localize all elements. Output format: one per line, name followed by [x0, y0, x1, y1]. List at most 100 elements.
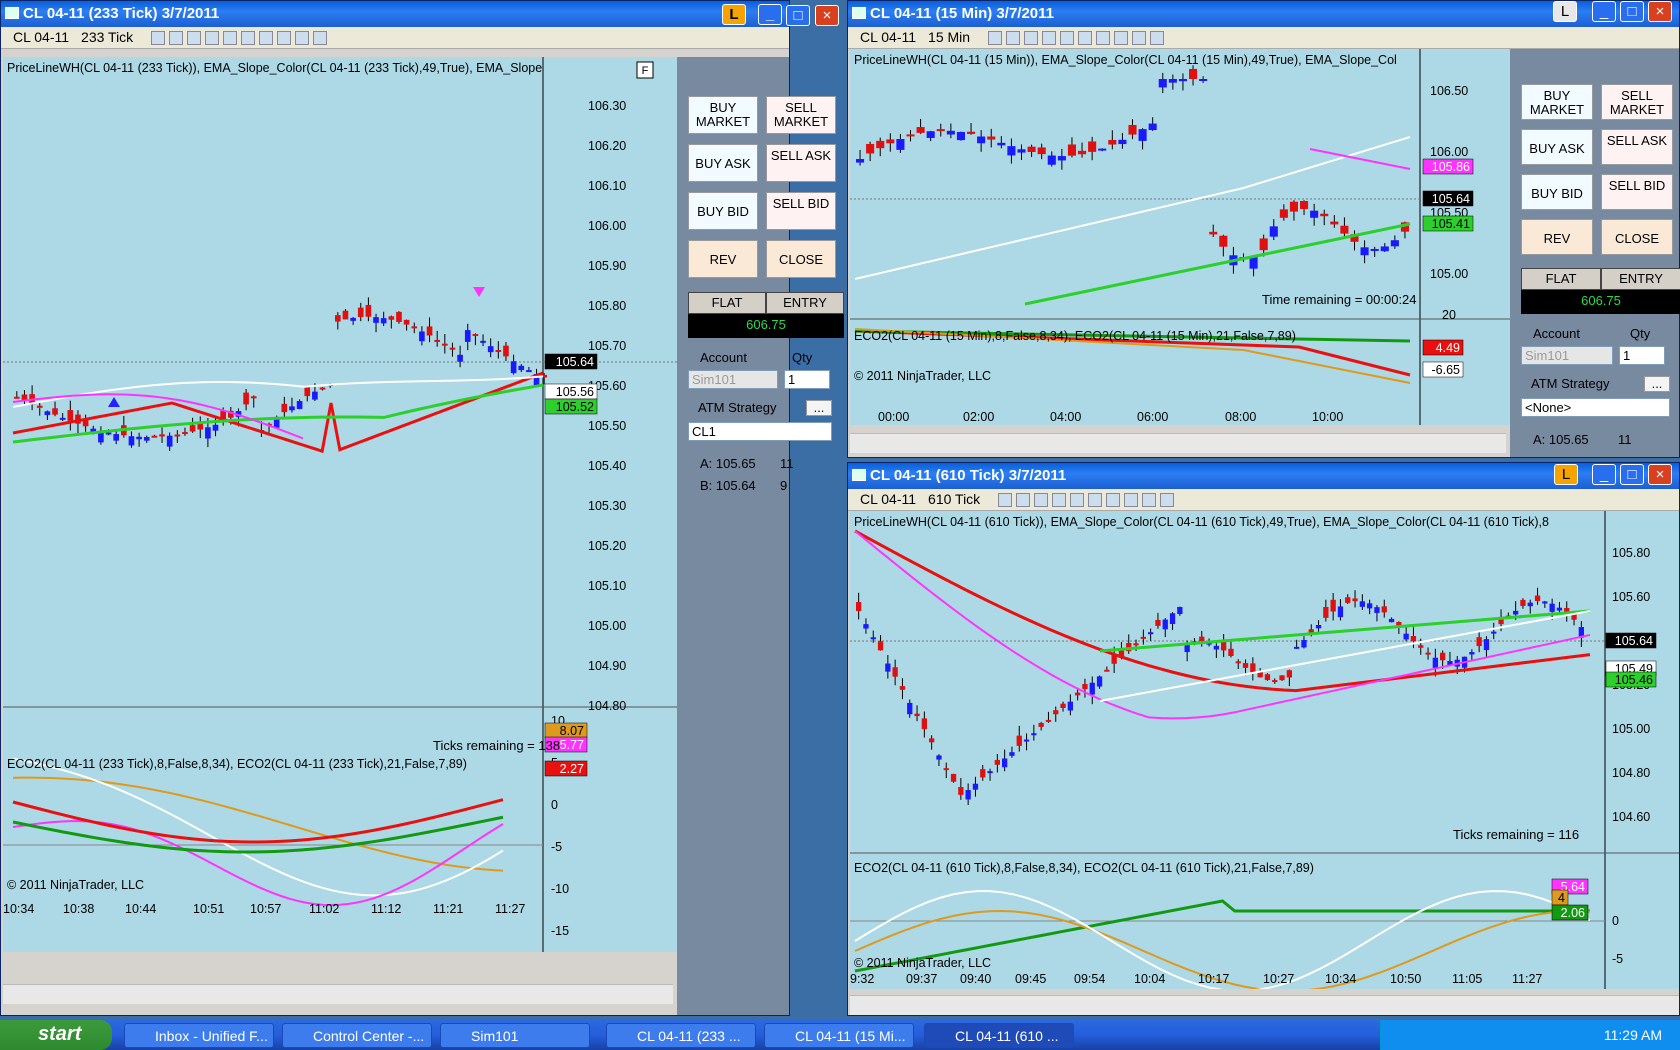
buy-market-button[interactable]: BUY MARKET	[688, 96, 758, 134]
atm-strategy-select[interactable]: <None>	[1521, 398, 1670, 417]
candle	[449, 347, 456, 350]
maximize-button[interactable]: □	[1620, 464, 1644, 485]
sell-bid-button[interactable]: SELL BID	[766, 192, 836, 230]
minimize-button[interactable]: _	[758, 4, 782, 25]
sell-ask-button[interactable]: SELL ASK	[1601, 129, 1673, 165]
chart-trader-icon[interactable]	[295, 31, 310, 46]
qty-stepper[interactable]: 1	[1619, 346, 1665, 365]
price-chart[interactable]: 106.50 106.00 105.50 105.00 105.86 105.64 105.…	[850, 49, 1510, 425]
crosshair-icon[interactable]	[1059, 31, 1074, 46]
candle	[518, 365, 525, 371]
data-box-icon[interactable]	[1160, 493, 1175, 508]
chart-trader-icon[interactable]	[1142, 493, 1157, 508]
atm-options-button[interactable]: ...	[806, 400, 832, 416]
osc-header: ECO2(CL 04-11 (610 Tick),8,False,8,34), …	[854, 861, 1314, 875]
taskbar-item-control-center[interactable]: Control Center -...	[282, 1023, 432, 1048]
atm-options-button[interactable]: ...	[1644, 376, 1670, 392]
period-selector[interactable]: 15 Min	[928, 29, 970, 45]
zoom-in-icon[interactable]	[187, 31, 202, 46]
zoom-out-icon[interactable]	[1052, 493, 1067, 508]
draw-pen-icon[interactable]	[1016, 493, 1031, 508]
zoom-in-icon[interactable]	[1023, 31, 1038, 46]
buy-bid-button[interactable]: BUY BID	[1521, 174, 1593, 210]
lock-button[interactable]: L	[722, 4, 746, 25]
chart-trader-icon[interactable]	[1131, 31, 1146, 46]
draw-pen-icon[interactable]	[169, 31, 184, 46]
ema-white-line	[854, 136, 1411, 280]
buy-bid-button[interactable]: BUY BID	[688, 192, 758, 230]
minimize-button[interactable]: _	[1592, 1, 1616, 22]
close-button[interactable]: CLOSE	[766, 240, 836, 278]
sell-bid-button[interactable]: SELL BID	[1601, 174, 1673, 210]
start-button[interactable]: start	[0, 1020, 112, 1050]
buy-ask-button[interactable]: BUY ASK	[688, 144, 758, 182]
price-tick-label: 105.90	[588, 259, 626, 273]
title-bar[interactable]: CL 04-11 (233 Tick) 3/7/2011 L _	[1, 1, 789, 27]
data-box-icon[interactable]	[313, 31, 328, 46]
maximize-button[interactable]: □	[1620, 1, 1644, 22]
ema-red-line	[854, 529, 1591, 693]
candle	[426, 326, 433, 336]
instrument-selector[interactable]: CL 04-11	[860, 491, 916, 507]
zoom-out-icon[interactable]	[205, 31, 220, 46]
taskbar-item-inbox[interactable]: Inbox - Unified F...	[124, 1023, 274, 1048]
chart-window-233-tick[interactable]: CL 04-11 (233 Tick) 3/7/2011 L _ CL 04-1…	[0, 0, 790, 1016]
candle	[36, 405, 43, 408]
horizontal-scrollbar[interactable]	[3, 984, 673, 1004]
indicators-icon[interactable]	[259, 31, 274, 46]
strategies-icon[interactable]	[1124, 493, 1139, 508]
rev-button[interactable]: REV	[1521, 219, 1593, 255]
period-selector[interactable]: 233 Tick	[81, 29, 133, 45]
zoom-in-icon[interactable]	[1034, 493, 1049, 508]
close-button[interactable]: CLOSE	[1601, 219, 1673, 255]
candle	[1337, 606, 1344, 618]
lock-button[interactable]: L	[1553, 1, 1577, 22]
strategies-icon[interactable]	[277, 31, 292, 46]
close-button[interactable]: ×	[815, 5, 839, 26]
close-button[interactable]: ×	[1648, 1, 1672, 22]
indicators-icon[interactable]	[1106, 493, 1121, 508]
horizontal-scrollbar[interactable]	[850, 995, 1679, 1015]
price-chart[interactable]: 106.30 106.20 106.10 106.00 105.90 105.80 105.…	[3, 57, 677, 952]
taskbar-item-sim101[interactable]: Sim101	[440, 1023, 590, 1048]
horizontal-scrollbar[interactable]	[850, 433, 1506, 453]
strategies-icon[interactable]	[1113, 31, 1128, 46]
account-select[interactable]: Sim101	[1521, 346, 1613, 365]
minimize-button[interactable]: _	[1592, 464, 1616, 485]
buy-ask-button[interactable]: BUY ASK	[1521, 129, 1593, 165]
zoom-out-icon[interactable]	[1041, 31, 1056, 46]
taskbar-item-15-min[interactable]: CL 04-11 (15 Mi...	[764, 1023, 914, 1048]
bar-type-icon[interactable]	[987, 31, 1002, 46]
data-box-icon[interactable]	[1149, 31, 1164, 46]
taskbar-item-233-tick[interactable]: CL 04-11 (233 ...	[606, 1023, 756, 1048]
properties-icon[interactable]	[1077, 31, 1092, 46]
maximize-button[interactable]: □	[786, 5, 810, 26]
crosshair-icon[interactable]	[223, 31, 238, 46]
sell-ask-button[interactable]: SELL ASK	[766, 144, 836, 182]
properties-icon[interactable]	[241, 31, 256, 46]
crosshair-icon[interactable]	[1070, 493, 1085, 508]
rev-button[interactable]: REV	[688, 240, 758, 278]
price-chart[interactable]: 105.80105.60105.40105.20105.00104.80104.…	[850, 511, 1679, 989]
chart-window-610-tick[interactable]: CL 04-11 (610 Tick) 3/7/2011 CL 04-11 610…	[847, 462, 1680, 1016]
candle	[1410, 636, 1417, 642]
instrument-selector[interactable]: CL 04-11	[13, 29, 69, 45]
period-selector[interactable]: 610 Tick	[928, 491, 980, 507]
taskbar-item-610-tick[interactable]: CL 04-11 (610 ...	[924, 1023, 1074, 1048]
draw-pen-icon[interactable]	[1005, 31, 1020, 46]
lock-button[interactable]: L	[1554, 464, 1578, 485]
account-select[interactable]: Sim101	[688, 370, 778, 389]
sell-market-button[interactable]: SELL MARKET	[1601, 84, 1673, 120]
candle	[128, 436, 135, 446]
candle	[1169, 613, 1176, 625]
bar-type-icon[interactable]	[151, 31, 166, 46]
sell-market-button[interactable]: SELL MARKET	[766, 96, 836, 134]
qty-stepper[interactable]: 1	[784, 370, 830, 389]
instrument-selector[interactable]: CL 04-11	[860, 29, 916, 45]
indicators-icon[interactable]	[1095, 31, 1110, 46]
close-button[interactable]: ×	[1648, 464, 1672, 485]
atm-strategy-select[interactable]: CL1	[688, 422, 832, 441]
bar-type-icon[interactable]	[998, 493, 1013, 508]
buy-market-button[interactable]: BUY MARKET	[1521, 84, 1593, 120]
properties-icon[interactable]	[1088, 493, 1103, 508]
